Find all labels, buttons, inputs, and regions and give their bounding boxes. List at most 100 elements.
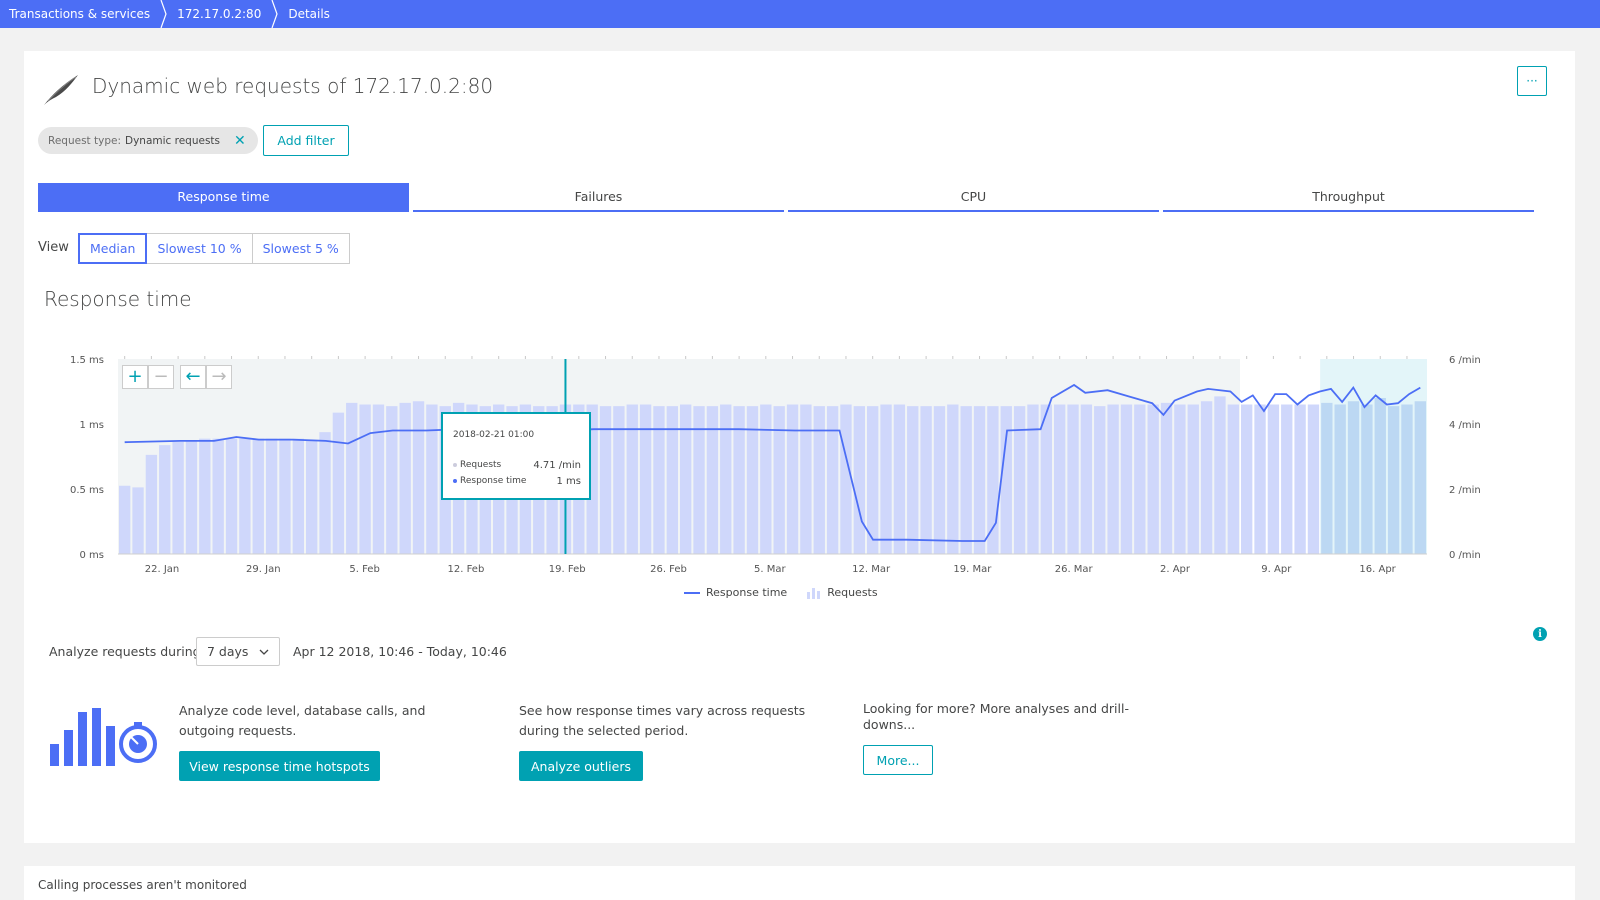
x-tick-label: 9. Apr xyxy=(1261,564,1292,575)
page-title: Dynamic web requests of 172.17.0.2:80 xyxy=(92,74,494,98)
analyze-outliers-button[interactable]: Analyze outliers xyxy=(519,751,643,781)
requests-bar xyxy=(1361,404,1373,554)
y-right-tick-label: 0 /min xyxy=(1449,550,1481,561)
pan-back-button[interactable]: ← xyxy=(180,365,206,389)
requests-bar xyxy=(920,406,932,554)
legend-label: Response time xyxy=(706,586,788,599)
breadcrumb-item-details[interactable]: Details xyxy=(279,0,348,28)
requests-bar xyxy=(1147,404,1159,554)
legend-response-time[interactable]: Response time xyxy=(684,586,787,599)
action-text-more: Looking for more? More analyses and dril… xyxy=(863,701,1129,732)
remove-filter-icon[interactable]: ✕ xyxy=(234,133,246,149)
calling-processes-text: Calling processes aren't monitored xyxy=(38,878,247,892)
timeframe-range: Apr 12 2018, 10:46 - Today, 10:46 xyxy=(293,644,507,659)
tooltip-date: 2018-02-21 01:00 xyxy=(453,430,535,440)
pan-forward-button[interactable]: → xyxy=(206,365,232,389)
requests-bar xyxy=(346,402,358,554)
requests-bar xyxy=(319,432,331,554)
requests-bar xyxy=(880,404,892,554)
view-median-button[interactable]: Median xyxy=(78,233,148,264)
chart-title: Response time xyxy=(44,287,192,311)
add-filter-button[interactable]: Add filter xyxy=(263,125,349,156)
requests-bar xyxy=(1027,404,1039,554)
x-tick-label: 22. Jan xyxy=(145,564,180,575)
response-time-analysis-icon xyxy=(50,708,157,766)
requests-bar xyxy=(1347,401,1360,554)
requests-bar xyxy=(185,440,198,554)
requests-bar xyxy=(1160,402,1173,554)
requests-bar xyxy=(626,404,638,554)
view-response-time-hotspots-button[interactable]: View response time hotspots xyxy=(179,751,380,781)
details-card: Dynamic web requests of 172.17.0.2:80 ··… xyxy=(24,51,1575,843)
line-legend-icon xyxy=(684,591,700,594)
tab-failures[interactable]: Failures xyxy=(413,183,784,212)
breadcrumb-separator-icon xyxy=(160,0,167,28)
tooltip-response-value: 1 ms xyxy=(556,476,582,487)
legend-requests[interactable]: Requests xyxy=(807,586,878,599)
y-left-tick-label: 0.5 ms xyxy=(70,485,104,496)
requests-bar xyxy=(359,404,371,554)
y-left-tick-label: 1.5 ms xyxy=(70,355,104,366)
breadcrumb-item-transactions[interactable]: Transactions & services xyxy=(0,0,168,28)
requests-bar xyxy=(292,438,304,554)
requests-bar xyxy=(1214,396,1226,554)
requests-bar xyxy=(1294,404,1306,554)
x-tick-label: 12. Feb xyxy=(448,564,485,575)
x-tick-label: 26. Feb xyxy=(650,564,687,575)
requests-bar xyxy=(1200,401,1213,554)
requests-bar xyxy=(1241,404,1253,554)
more-analyses-button[interactable]: More... xyxy=(863,745,933,775)
requests-bar xyxy=(1080,404,1093,554)
requests-bar xyxy=(907,406,919,554)
requests-bar xyxy=(212,438,224,554)
response-dot-icon xyxy=(453,478,457,483)
more-actions-button[interactable]: ··· xyxy=(1517,66,1547,96)
requests-bar xyxy=(1013,406,1026,554)
requests-bar xyxy=(372,404,385,554)
requests-bar xyxy=(933,406,946,554)
requests-bar xyxy=(279,438,291,554)
requests-bar xyxy=(973,406,986,554)
y-right-tick-label: 4 /min xyxy=(1449,420,1481,431)
requests-bar xyxy=(119,485,131,554)
view-slowest-10-button[interactable]: Slowest 10 % xyxy=(147,233,253,264)
breadcrumb-item-host[interactable]: 172.17.0.2:80 xyxy=(168,0,279,28)
requests-bar xyxy=(1107,404,1119,554)
tooltip-requests-row: Requests 4.71 /min xyxy=(453,460,581,471)
requests-bar xyxy=(639,404,652,554)
requests-bar xyxy=(225,438,238,554)
zoom-out-button[interactable]: − xyxy=(148,365,174,389)
zoom-in-button[interactable]: + xyxy=(122,365,148,389)
requests-bar xyxy=(760,404,772,554)
requests-bar xyxy=(947,404,959,554)
requests-bar xyxy=(1267,404,1280,554)
requests-bar xyxy=(1227,404,1239,554)
requests-bar xyxy=(773,406,785,554)
requests-bar xyxy=(1134,404,1146,554)
tab-cpu[interactable]: CPU xyxy=(788,183,1159,212)
x-tick-label: 26. Mar xyxy=(1055,564,1094,575)
calling-processes-card: Calling processes aren't monitored xyxy=(24,866,1575,900)
requests-bar xyxy=(145,454,158,554)
view-slowest-5-button[interactable]: Slowest 5 % xyxy=(252,233,350,264)
info-icon[interactable]: i xyxy=(1533,627,1547,641)
requests-bar xyxy=(1054,404,1066,554)
chevron-down-icon xyxy=(259,649,269,655)
requests-bar xyxy=(1254,404,1266,554)
requests-bar xyxy=(840,404,852,554)
requests-bar xyxy=(1187,404,1199,554)
requests-bar xyxy=(1374,398,1386,554)
requests-bar xyxy=(199,438,211,554)
tab-response-time[interactable]: Response time xyxy=(38,183,409,212)
response-time-chart[interactable]: 1.5 ms 1 ms 0.5 ms 0 ms 6 /min 4 /min 2 /min 0 … xyxy=(24,349,1575,609)
tab-throughput[interactable]: Throughput xyxy=(1163,183,1534,212)
bar-legend-icon xyxy=(807,587,821,599)
requests-bar xyxy=(853,406,865,554)
requests-bar xyxy=(813,406,825,554)
requests-bar xyxy=(680,404,692,554)
timeframe-dropdown[interactable]: 7 days xyxy=(196,637,280,666)
filter-key: Request type: xyxy=(48,134,121,147)
requests-bar xyxy=(987,406,999,554)
analyze-label: Analyze requests during xyxy=(49,644,201,659)
requests-bar xyxy=(132,487,144,554)
